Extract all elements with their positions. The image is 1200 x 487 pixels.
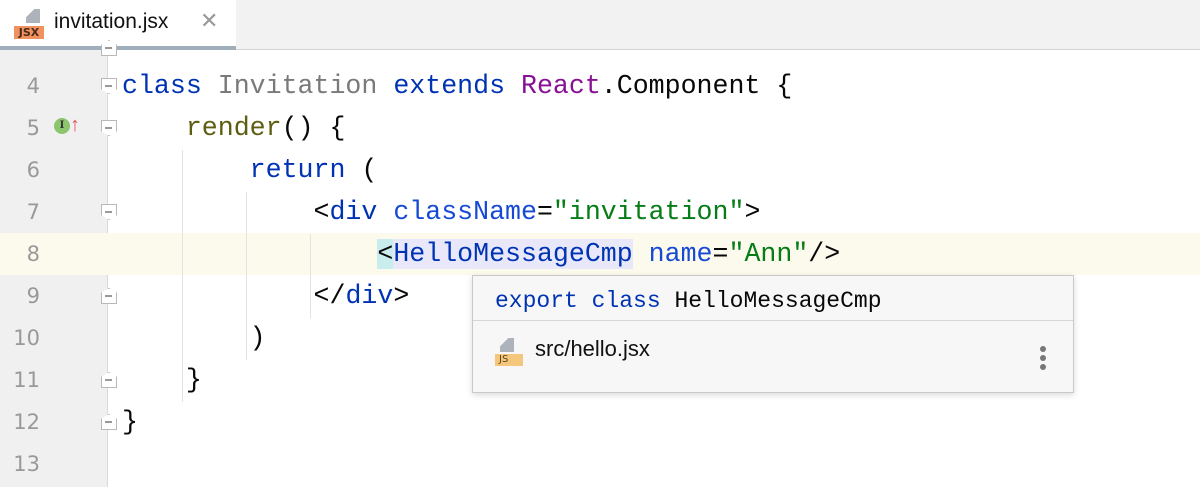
code-text: <div className="invitation"> bbox=[122, 191, 761, 233]
code-token: } bbox=[122, 365, 202, 395]
definition-signature: export class HelloMessageCmp bbox=[495, 288, 882, 314]
code-line[interactable]: 7 <div className="invitation"> bbox=[0, 191, 1200, 233]
code-token: > bbox=[744, 197, 761, 227]
code-token: ( bbox=[361, 155, 378, 185]
editor-tab-bar: JSX invitation.jsx ✕ bbox=[0, 0, 1200, 50]
code-token: className bbox=[393, 197, 537, 227]
definition-file-link[interactable]: src/hello.jsx bbox=[535, 336, 650, 362]
code-token: "Ann" bbox=[728, 239, 809, 269]
code-text: class Invitation extends React.Component… bbox=[122, 65, 792, 107]
code-text: <HelloMessageCmp name="Ann"/> bbox=[122, 233, 840, 275]
code-line[interactable]: 4 class Invitation extends React.Componen… bbox=[0, 65, 1200, 107]
code-text: } bbox=[122, 401, 138, 443]
js-file-icon: JS bbox=[495, 338, 523, 366]
code-line[interactable]: 12} bbox=[0, 401, 1200, 443]
code-token: div bbox=[329, 197, 394, 227]
implements-method-icon[interactable]: I bbox=[54, 118, 70, 134]
code-token: div bbox=[345, 281, 394, 311]
code-token: = bbox=[712, 239, 729, 269]
code-line[interactable]: 5 render() { bbox=[0, 107, 1200, 149]
divider bbox=[473, 320, 1073, 321]
line-number: 10 bbox=[13, 326, 40, 350]
line-number: 11 bbox=[13, 368, 40, 392]
code-text: </div> bbox=[122, 275, 410, 317]
code-token: </ bbox=[122, 281, 346, 311]
code-text: ) bbox=[122, 317, 266, 359]
code-token: render bbox=[185, 113, 282, 143]
code-editor[interactable]: 4 class Invitation extends React.Componen… bbox=[0, 40, 1200, 487]
close-icon[interactable]: ✕ bbox=[200, 8, 218, 34]
line-number: 8 bbox=[0, 233, 40, 275]
overrides-arrow-icon[interactable]: ↑ bbox=[70, 114, 80, 136]
code-line[interactable]: 13 bbox=[0, 443, 1200, 485]
code-token: name bbox=[648, 239, 713, 269]
code-line[interactable]: 8 <HelloMessageCmp name="Ann"/> bbox=[0, 233, 1200, 275]
tab-label: invitation.jsx bbox=[54, 10, 169, 33]
line-number: 4 bbox=[26, 74, 40, 98]
indent-guide bbox=[310, 234, 311, 318]
code-token: () { bbox=[281, 113, 346, 143]
tab-invitation-jsx[interactable]: JSX invitation.jsx ✕ bbox=[0, 0, 236, 50]
code-token: Invitation bbox=[217, 71, 394, 101]
code-token: /> bbox=[808, 239, 841, 269]
code-token: = bbox=[536, 197, 553, 227]
line-number: 5 bbox=[26, 116, 40, 140]
code-token: "invitation" bbox=[552, 197, 745, 227]
line-number: 6 bbox=[26, 158, 40, 182]
code-token: ) bbox=[122, 323, 266, 353]
line-number: 12 bbox=[13, 410, 40, 434]
code-token: class bbox=[122, 71, 218, 101]
code-token: < bbox=[377, 239, 394, 269]
jsx-file-icon: JSX bbox=[14, 9, 44, 39]
code-text: } bbox=[122, 359, 202, 401]
code-token: } bbox=[122, 407, 138, 437]
quick-definition-popup: export class HelloMessageCmp JS src/hell… bbox=[472, 275, 1074, 393]
code-token: return bbox=[249, 155, 362, 185]
code-text: render() { bbox=[122, 107, 346, 149]
line-number: 13 bbox=[13, 452, 40, 476]
indent-guide bbox=[246, 192, 247, 360]
code-token: .Component { bbox=[600, 71, 793, 101]
code-text: return ( bbox=[122, 149, 378, 191]
indent-guide bbox=[182, 150, 183, 402]
line-number: 7 bbox=[26, 200, 40, 224]
code-line[interactable]: 6 return ( bbox=[0, 149, 1200, 191]
line-number: 9 bbox=[26, 284, 40, 308]
code-token: HelloMessageCmp bbox=[393, 239, 633, 269]
more-options-icon[interactable] bbox=[1039, 346, 1047, 372]
code-token: < bbox=[122, 197, 330, 227]
code-token: > bbox=[393, 281, 410, 311]
code-token: extends bbox=[393, 71, 521, 101]
code-token: React bbox=[521, 71, 601, 101]
